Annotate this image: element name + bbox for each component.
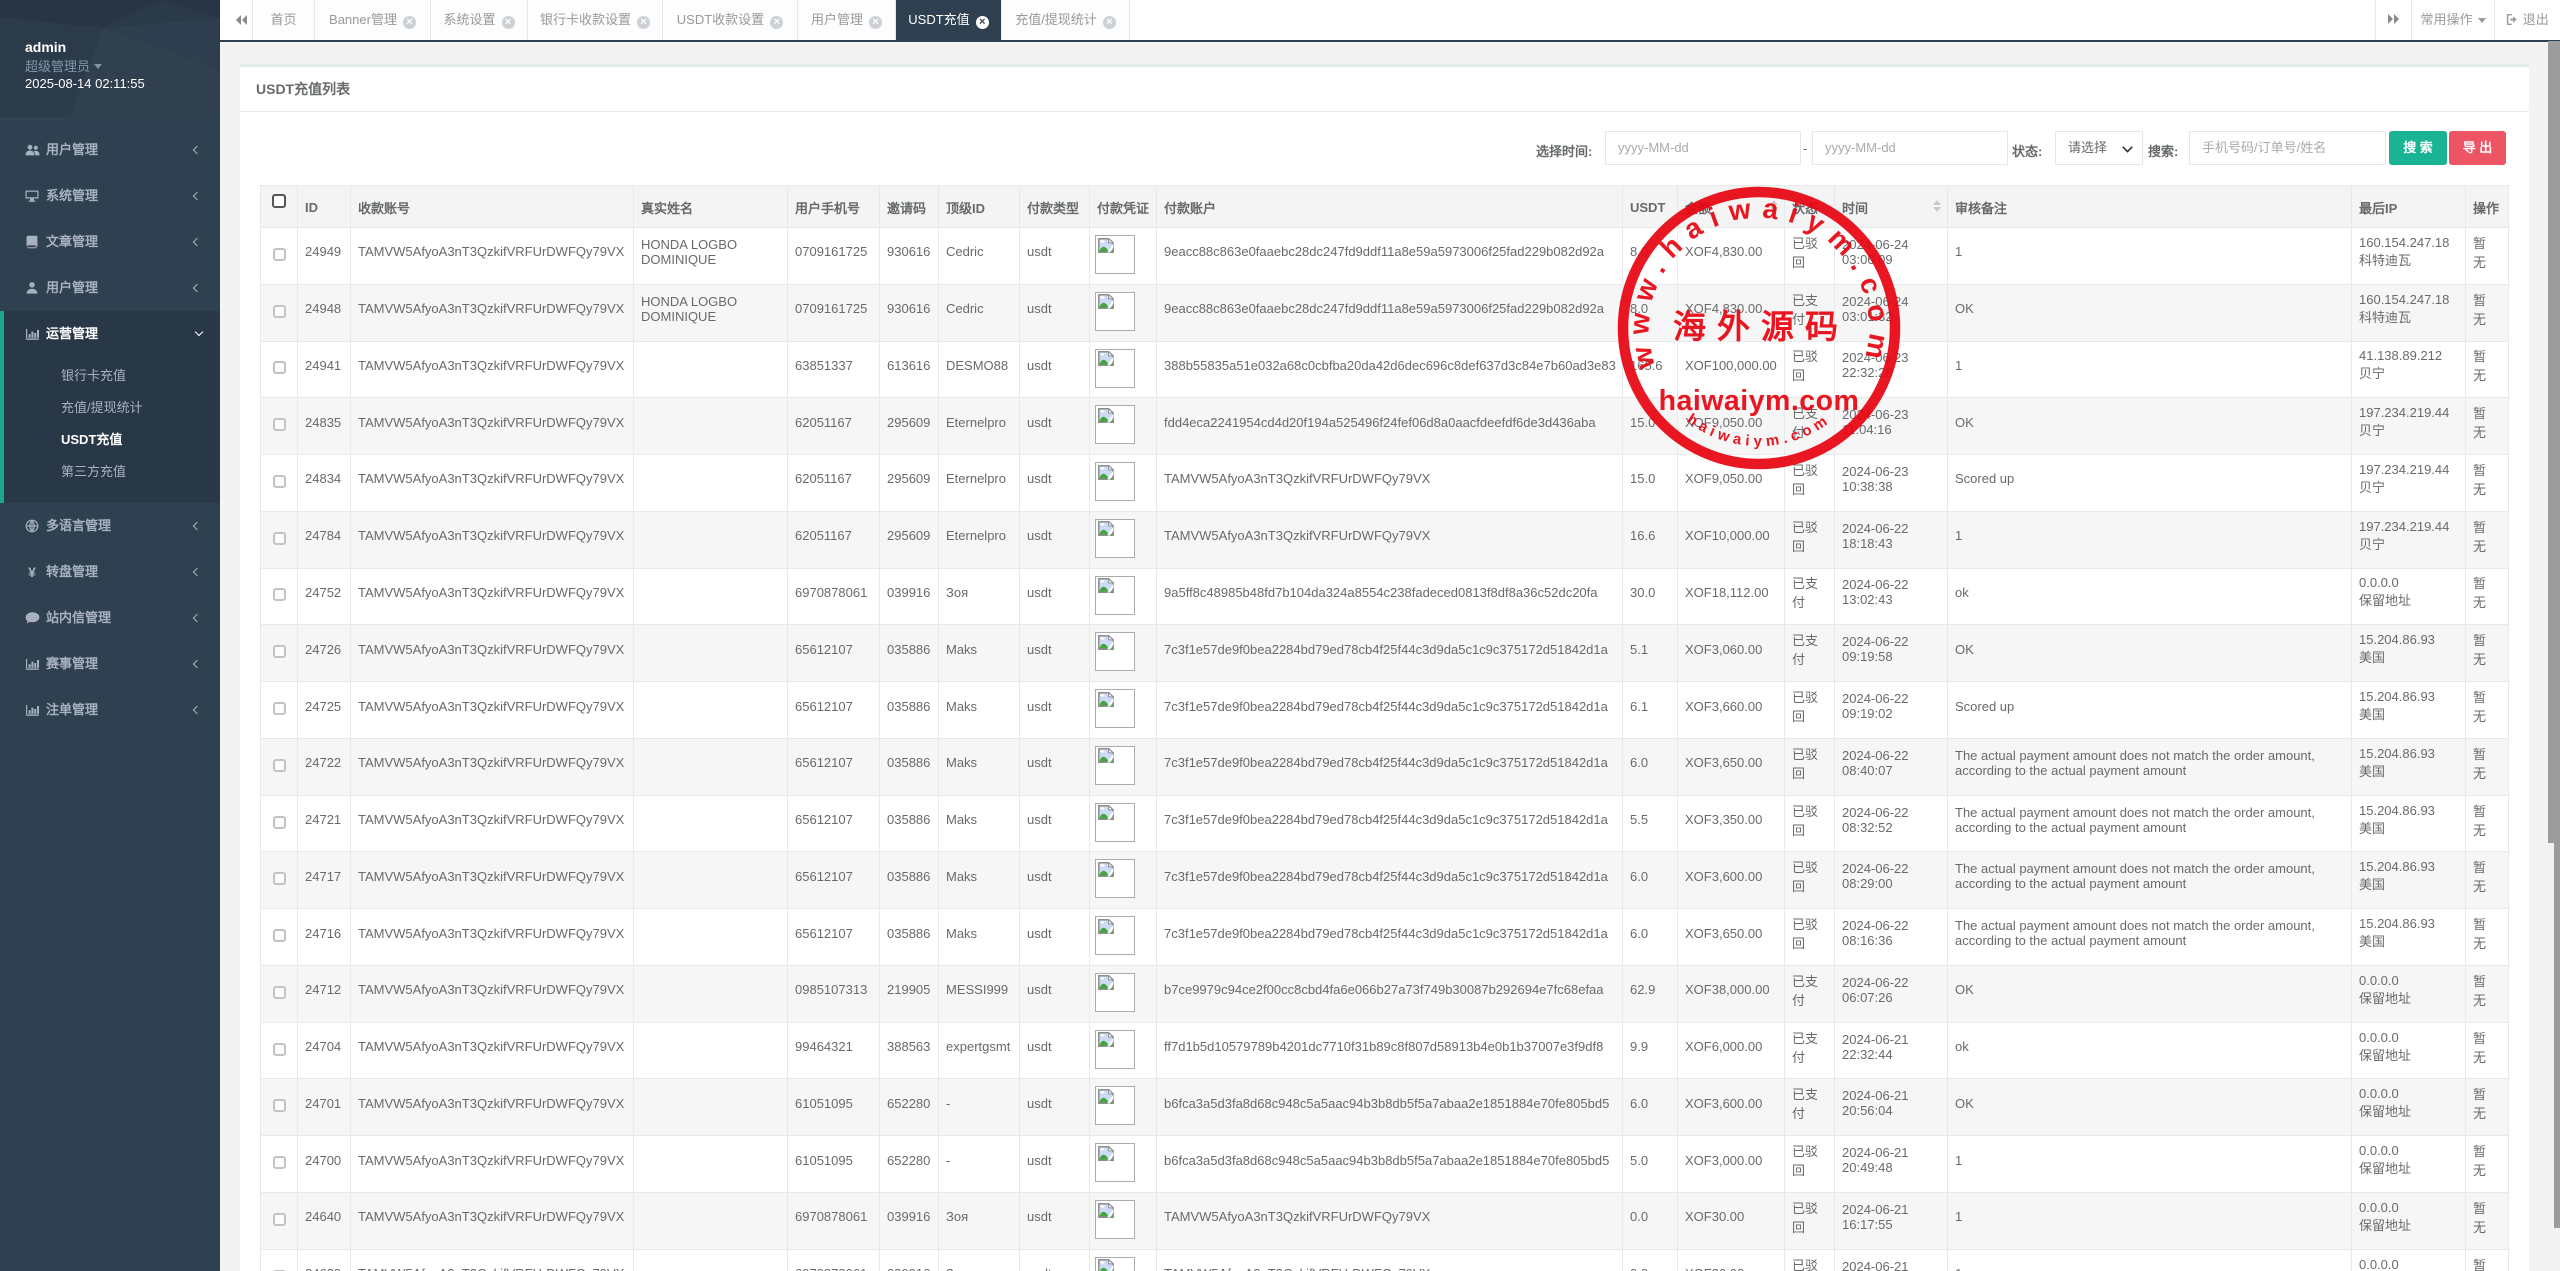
svg-text:haiwaiym.com: haiwaiym.com — [1659, 385, 1860, 417]
svg-text:海外源码: 海外源码 — [1673, 309, 1849, 346]
svg-text:¥: ¥ — [28, 565, 36, 579]
